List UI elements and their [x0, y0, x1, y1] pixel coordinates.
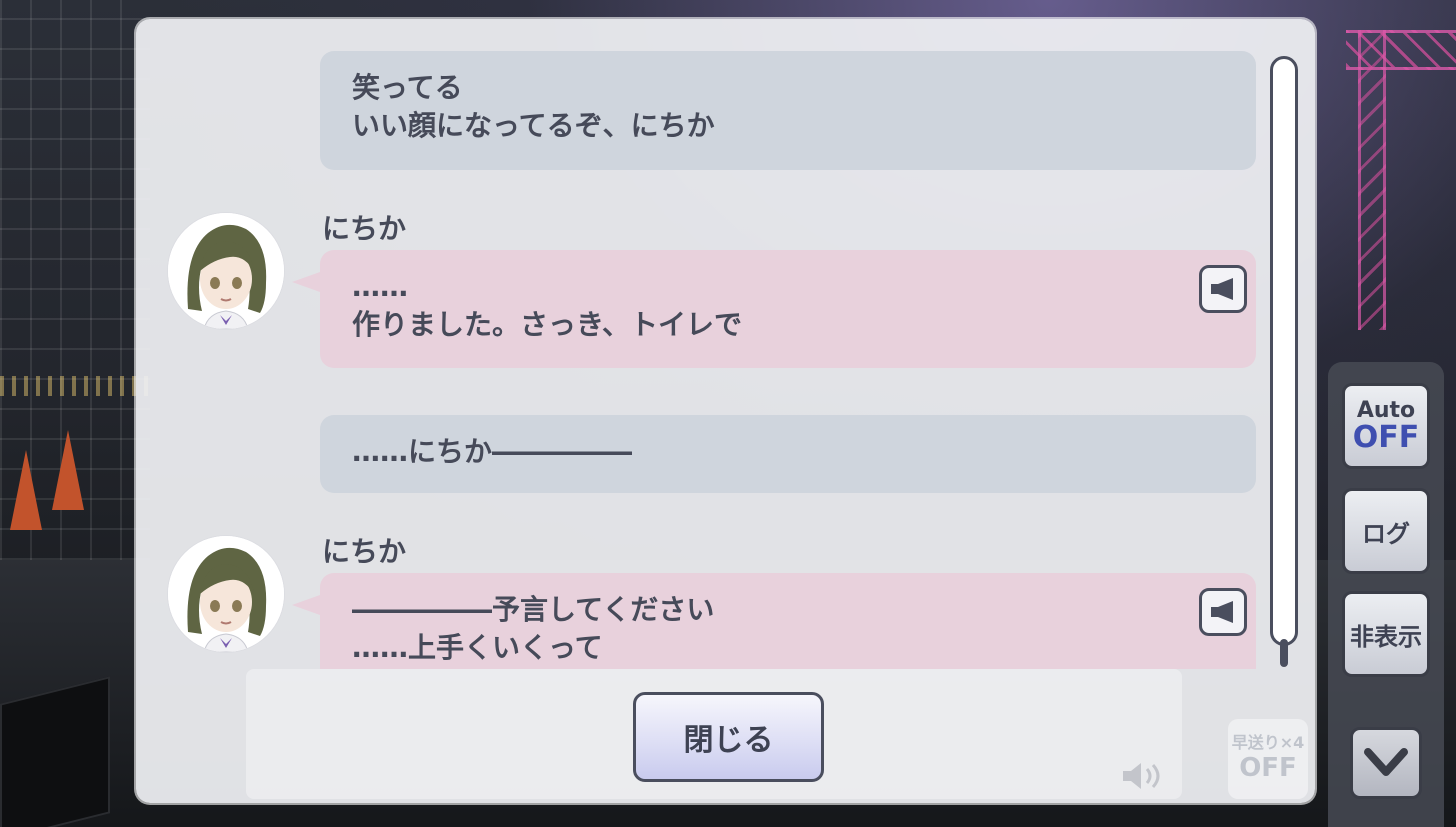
log-label: ログ [1362, 519, 1410, 548]
log-line: ……上手くいくって [352, 631, 603, 664]
fast-forward-state: OFF [1239, 753, 1297, 783]
scroll-down-button[interactable] [1350, 727, 1422, 799]
speaker-name: にちか [322, 535, 407, 568]
fast-forward-indicator: 早送り×4 OFF [1228, 719, 1308, 799]
auto-state: OFF [1352, 420, 1420, 455]
log-entry-narration: ……にちか――――― [320, 415, 1256, 493]
voice-replay-button[interactable] [1199, 588, 1247, 636]
close-button[interactable]: 閉じる [633, 692, 824, 782]
log-line: 作りました。さっき、トイレで [352, 308, 743, 341]
avatar-nichika [168, 536, 284, 652]
stage-speaker [0, 676, 110, 827]
sound-icon [1123, 763, 1160, 789]
log-button[interactable]: ログ [1342, 488, 1430, 574]
traffic-cone [52, 430, 84, 510]
scrollbar-track[interactable] [1270, 56, 1298, 646]
auto-button[interactable]: Auto OFF [1342, 383, 1430, 469]
log-line: 笑ってる [352, 71, 463, 104]
log-entry-speech: ―――――予言してください ……上手くいくって [292, 573, 1256, 669]
log-entry-narration: 笑ってる いい顔になってるぞ、にちか [320, 51, 1256, 170]
string-lights [0, 376, 150, 396]
log-line: …… [352, 270, 408, 303]
log-line: ―――――予言してください [352, 593, 715, 626]
character-portrait [168, 213, 284, 329]
log-dialog: 早送り×4 OFF 笑ってる いい顔になってるぞ、にちか にちか …… 作りまし… [136, 19, 1315, 803]
stage-truss-vertical [1358, 30, 1386, 330]
character-portrait [168, 536, 284, 652]
avatar-nichika [168, 213, 284, 329]
speaker-icon [1211, 601, 1233, 623]
voice-replay-button[interactable] [1199, 265, 1247, 313]
log-list[interactable]: 笑ってる いい顔になってるぞ、にちか にちか …… 作りました。さっき、トイレで [136, 19, 1315, 669]
scrollbar-thumb[interactable] [1280, 639, 1288, 667]
hide-button[interactable]: 非表示 [1342, 591, 1430, 677]
hide-label: 非表示 [1350, 622, 1422, 651]
speaker-icon [1211, 278, 1233, 300]
traffic-cone [10, 450, 42, 530]
fast-forward-label: 早送り×4 [1231, 733, 1305, 752]
chevron-down-icon [1364, 748, 1408, 776]
log-line: いい顔になってるぞ、にちか [352, 109, 715, 142]
log-entry-speech: …… 作りました。さっき、トイレで [292, 250, 1256, 368]
speaker-name: にちか [322, 212, 407, 245]
log-line: ……にちか――――― [352, 435, 633, 468]
